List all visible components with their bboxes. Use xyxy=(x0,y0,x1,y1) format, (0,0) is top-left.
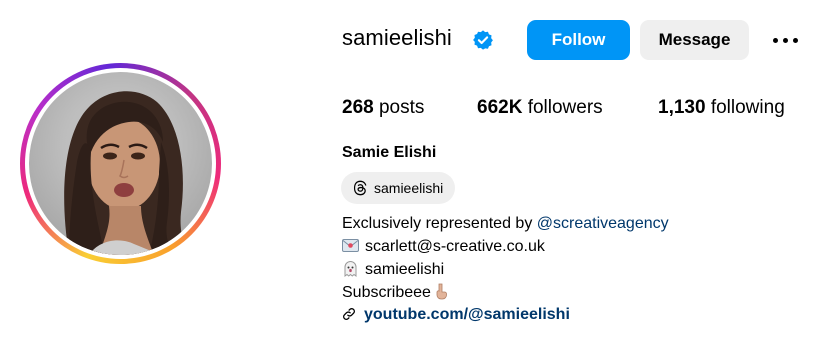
profile-username[interactable]: samieelishi xyxy=(342,25,452,51)
envelope-emoji-icon xyxy=(342,239,359,252)
posts-count: 268 xyxy=(342,97,374,118)
followers-label: followers xyxy=(527,97,603,118)
bio-snapchat: samieelishi xyxy=(342,260,444,280)
ghost-emoji-icon xyxy=(344,261,357,277)
message-button[interactable]: Message xyxy=(640,20,749,60)
following-count: 1,130 xyxy=(658,97,706,118)
follow-button[interactable]: Follow xyxy=(527,20,630,60)
bio-representation: Exclusively represented by @screativeage… xyxy=(342,214,669,234)
threads-username: samieelishi xyxy=(374,180,444,196)
followers-stat[interactable]: 662K followers xyxy=(477,97,603,119)
bio-email: scarlett@s-creative.co.uk xyxy=(342,237,545,257)
posts-stat: 268 posts xyxy=(342,97,424,119)
link-icon xyxy=(343,308,355,320)
threads-icon xyxy=(353,180,367,196)
point-down-emoji-icon xyxy=(436,283,447,300)
more-options-icon[interactable] xyxy=(770,30,802,50)
posts-label: posts xyxy=(378,97,425,118)
bio-subscribe-text: Subscribeee xyxy=(342,284,431,301)
bio-subscribe: Subscribeee xyxy=(342,283,450,303)
bio-snapchat-text: samieelishi xyxy=(365,261,445,278)
following-stat[interactable]: 1,130 following xyxy=(658,97,785,119)
threads-badge[interactable]: samieelishi xyxy=(341,172,455,204)
more-dot xyxy=(773,38,778,43)
verified-badge-icon xyxy=(473,30,493,50)
following-label: following xyxy=(710,97,785,118)
profile-avatar-ring[interactable] xyxy=(20,63,221,264)
more-dot xyxy=(793,38,798,43)
bio-email-text: scarlett@s-creative.co.uk xyxy=(365,238,545,255)
youtube-link[interactable]: youtube.com/@samieelishi xyxy=(364,306,570,323)
followers-count: 662K xyxy=(477,97,523,118)
profile-full-name: Samie Elishi xyxy=(342,144,437,161)
more-dot xyxy=(783,38,788,43)
avatar-illustration xyxy=(64,91,189,255)
agency-mention-link[interactable]: @screativeagency xyxy=(537,215,669,232)
avatar-gap xyxy=(25,68,216,259)
bio-external-link[interactable]: youtube.com/@samieelishi xyxy=(342,305,570,325)
profile-avatar[interactable] xyxy=(29,72,212,255)
bio-line1-text: Exclusively represented by xyxy=(342,215,537,232)
